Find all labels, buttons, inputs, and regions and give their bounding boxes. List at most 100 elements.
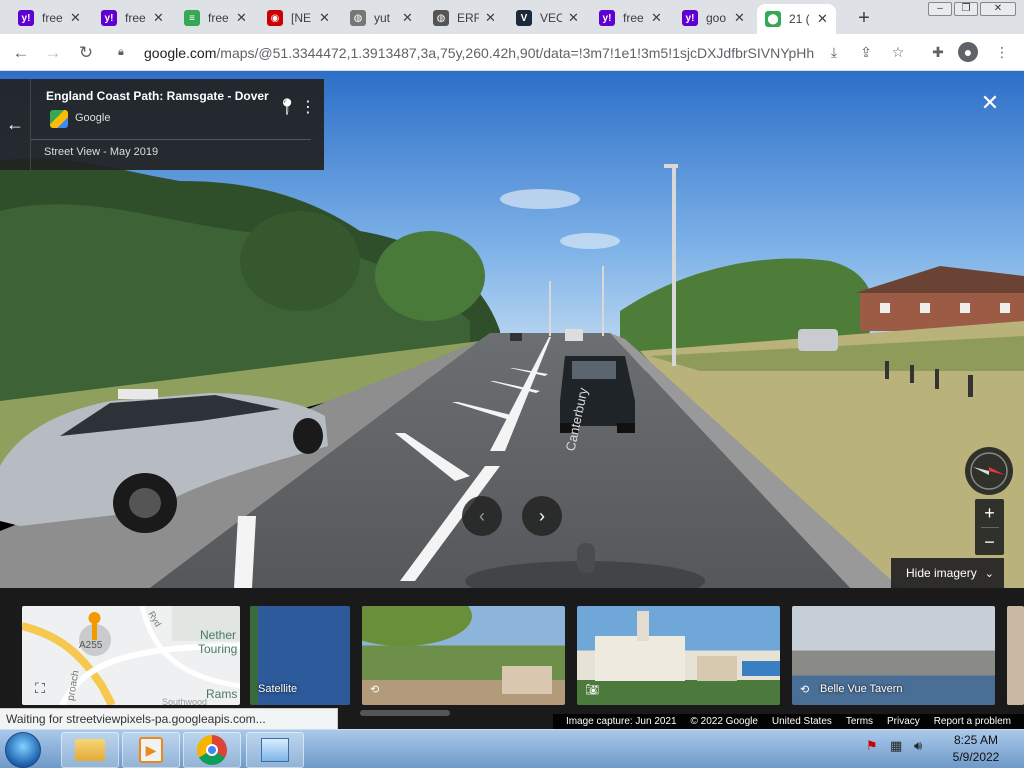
close-tab-icon[interactable]: ✕ <box>319 10 330 26</box>
terms-link[interactable]: Terms <box>846 716 873 727</box>
zoom-out-button[interactable]: − <box>975 528 1004 556</box>
close-tab-icon[interactable]: ✕ <box>485 10 496 26</box>
install-icon[interactable]: ⤓ <box>824 42 844 62</box>
browser-tab[interactable]: ⬤ 21 (✕ <box>757 4 836 34</box>
tab-title: [NE <box>291 11 312 25</box>
photo-thumbnail-building[interactable]: 📷︎ <box>577 606 780 705</box>
taskbar-clock[interactable]: 8:25 AM 5/9/2022 <box>944 732 1008 766</box>
browser-toolbar: ← → ↻ 🔒︎ google.com/maps/@51.3344472,1.3… <box>0 34 1024 71</box>
street-view-panorama[interactable]: Canterbury ← England Coast Path: Ramsgat… <box>0 71 1024 588</box>
tab-title: free <box>208 11 229 25</box>
close-street-view-icon[interactable]: ✕ <box>976 89 1004 117</box>
browser-tab[interactable]: y! free ✕ <box>591 4 670 32</box>
yahoo-icon: y! <box>599 10 615 26</box>
tab-title: goo <box>706 11 727 25</box>
yahoo-icon: y! <box>101 10 117 26</box>
close-tab-icon[interactable]: ✕ <box>734 10 745 26</box>
browser-tab[interactable]: y! goo ✕ <box>674 4 753 32</box>
hide-imagery-button[interactable]: Hide imagery ⌄ <box>891 558 1004 588</box>
photo-thumbnail-360[interactable]: ⟲ <box>362 606 565 705</box>
previous-image-arrow-icon[interactable]: ‹ <box>462 496 502 536</box>
privacy-link[interactable]: Privacy <box>887 716 920 727</box>
close-tab-icon[interactable]: ✕ <box>568 10 579 26</box>
image-capture-date: Image capture: Jun 2021 <box>565 716 677 727</box>
mini-map[interactable]: A255 Nether Touring Rams Ryd proach Sout… <box>22 606 240 705</box>
copyright: © 2022 Google <box>690 716 758 727</box>
start-orb-icon[interactable] <box>5 732 41 768</box>
tab-title: free <box>125 11 146 25</box>
satellite-label: Satellite <box>258 683 298 695</box>
clock-time: 8:25 AM <box>953 733 999 747</box>
hide-imagery-label: Hide imagery <box>906 566 977 580</box>
close-tab-icon[interactable]: ✕ <box>402 10 413 26</box>
forward-icon[interactable]: → <box>40 40 66 66</box>
reload-icon[interactable]: ↻ <box>73 40 99 66</box>
compass-icon[interactable] <box>965 447 1013 495</box>
chrome-icon <box>197 735 227 765</box>
taskbar-file-explorer[interactable] <box>61 732 119 768</box>
tab-title: free <box>623 11 644 25</box>
360-photo-icon: ⟲ <box>370 684 380 696</box>
360-photo-icon: ⟲ <box>800 684 810 696</box>
browser-tab[interactable]: ◍ yut ✕ <box>342 4 421 32</box>
camera-icon: 📷︎ <box>585 684 599 696</box>
street-view-date[interactable]: Street View - May 2019 <box>44 146 158 158</box>
media-player-icon: ▶ <box>139 737 163 763</box>
next-image-arrow-icon[interactable]: › <box>522 496 562 536</box>
close-window-button[interactable]: ✕ <box>980 2 1016 16</box>
browser-tab[interactable]: ≡ free ✕ <box>176 4 255 32</box>
browser-tab[interactable]: ◍ ERF ✕ <box>425 4 504 32</box>
back-icon[interactable]: ← <box>8 40 34 66</box>
zoom-in-button[interactable]: + <box>975 499 1004 527</box>
restore-button[interactable]: ❐ <box>954 2 978 16</box>
close-tab-icon[interactable]: ✕ <box>236 10 247 26</box>
taskbar-control-panel[interactable] <box>246 732 304 768</box>
extensions-puzzle-icon[interactable]: ✚ <box>928 42 948 62</box>
network-icon[interactable]: ▦ <box>890 738 902 754</box>
browser-tab[interactable]: y! free ✕ <box>10 4 89 32</box>
tab-title: yut <box>374 11 391 25</box>
taskbar-chrome[interactable] <box>183 732 241 768</box>
address-bar[interactable]: 🔒︎ google.com/maps/@51.3344472,1.3913487… <box>108 38 924 67</box>
place-info-card: ← England Coast Path: Ramsgate - Dover G… <box>0 79 324 170</box>
country-link[interactable]: United States <box>772 716 832 727</box>
svg-text:A255: A255 <box>79 640 103 651</box>
url-path: /maps/@51.3344472,1.3913487,3a,75y,260.4… <box>216 44 814 61</box>
satellite-thumbnail[interactable]: Satellite <box>250 606 350 705</box>
bookmark-star-icon[interactable]: ☆ <box>888 42 908 62</box>
close-tab-icon[interactable]: ✕ <box>817 11 828 27</box>
folder-icon <box>75 739 105 761</box>
google-maps-logo-icon <box>50 110 68 128</box>
more-options-icon[interactable]: ⋮ <box>300 97 316 117</box>
report-problem-link[interactable]: Report a problem <box>934 716 1011 727</box>
profile-avatar-icon[interactable]: ● <box>958 42 978 62</box>
photo-thumbnail-partial[interactable] <box>1007 606 1024 705</box>
photo-thumbnail-belle-vue[interactable]: ⟲ Belle Vue Tavern <box>792 606 995 705</box>
document-search-icon: ≡ <box>184 10 200 26</box>
svg-text:Southwood: Southwood <box>162 697 207 705</box>
expand-map-icon[interactable]: ⛶ <box>31 679 49 697</box>
new-tab-button[interactable]: + <box>852 6 876 30</box>
taskbar-media-player[interactable]: ▶ <box>122 732 180 768</box>
close-tab-icon[interactable]: ✕ <box>70 10 81 26</box>
share-icon[interactable]: ⇪ <box>856 42 876 62</box>
browser-tab[interactable]: y! free ✕ <box>93 4 172 32</box>
back-arrow-icon[interactable]: ← <box>0 79 31 170</box>
volume-icon[interactable]: 🔊︎ <box>914 738 922 754</box>
minimize-button[interactable]: – <box>928 2 952 16</box>
close-tab-icon[interactable]: ✕ <box>153 10 164 26</box>
url-host: google.com <box>144 44 217 61</box>
divider <box>31 139 311 140</box>
browser-tab[interactable]: ◉ [NE ✕ <box>259 4 338 32</box>
url-text: google.com/maps/@51.3344472,1.3913487,3a… <box>144 45 814 61</box>
location-pin-icon[interactable]: 📍︎ <box>277 97 297 117</box>
menu-kebab-icon[interactable]: ⋮ <box>992 42 1012 62</box>
tab-title: free <box>42 11 63 25</box>
network-error-icon[interactable]: ⚑ <box>866 738 878 754</box>
strip-scrollbar[interactable] <box>360 710 450 716</box>
tab-title: 21 ( <box>789 12 810 26</box>
yahoo-icon: y! <box>18 10 34 26</box>
close-tab-icon[interactable]: ✕ <box>651 10 662 26</box>
chevron-down-icon: ⌄ <box>984 567 994 580</box>
browser-tab[interactable]: V VEC ✕ <box>508 4 587 32</box>
